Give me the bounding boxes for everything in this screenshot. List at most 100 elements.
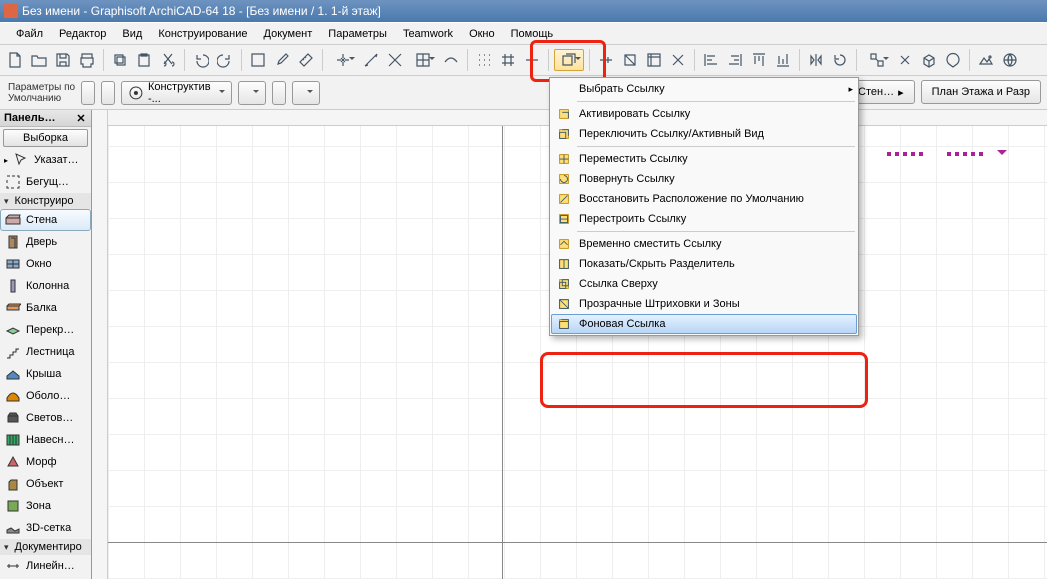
grid-lines-button[interactable] xyxy=(497,49,519,71)
snap-grid-button[interactable] xyxy=(408,49,438,71)
menu-помощь[interactable]: Помощь xyxy=(503,26,562,42)
print-button[interactable] xyxy=(76,49,98,71)
tool-beam[interactable]: Балка xyxy=(0,297,91,319)
tool-slab[interactable]: Перекр… xyxy=(0,319,91,341)
snap-intersect-button[interactable] xyxy=(384,49,406,71)
floor-select[interactable] xyxy=(292,81,320,105)
align-right-button[interactable] xyxy=(724,49,746,71)
group-button[interactable] xyxy=(862,49,892,71)
menu-item-label: Переключить Ссылку/Активный Вид xyxy=(579,128,764,140)
cursor-icon xyxy=(12,151,30,169)
align-left-button[interactable] xyxy=(700,49,722,71)
menu-item-transp[interactable]: Прозрачные Штриховки и Зоны xyxy=(551,294,857,314)
render-button[interactable] xyxy=(975,49,997,71)
open-file-button[interactable] xyxy=(28,49,50,71)
cut-icon xyxy=(160,52,176,68)
rotate-button[interactable] xyxy=(829,49,851,71)
menu-header-select-reference[interactable]: Выбрать Ссылку xyxy=(551,79,857,99)
menu-окно[interactable]: Окно xyxy=(461,26,503,42)
menu-параметры[interactable]: Параметры xyxy=(320,26,395,42)
menu-редактор[interactable]: Редактор xyxy=(51,26,114,42)
tool-window[interactable]: Окно xyxy=(0,253,91,275)
menu-item-switch[interactable]: Переключить Ссылку/Активный Вид xyxy=(551,124,857,144)
tool-label: Перекр… xyxy=(26,324,74,336)
menu-item-rotate[interactable]: Повернуть Ссылку xyxy=(551,169,857,189)
grid-lines-icon xyxy=(500,52,516,68)
cut-button[interactable] xyxy=(157,49,179,71)
new-file-button[interactable] xyxy=(4,49,26,71)
snap-surface-button[interactable] xyxy=(440,49,462,71)
arc-button[interactable] xyxy=(272,81,286,105)
undo-button[interactable] xyxy=(190,49,212,71)
tool-skylight[interactable]: Светов… xyxy=(0,407,91,429)
marquee-button[interactable] xyxy=(247,49,269,71)
grid-axis-button[interactable] xyxy=(521,49,543,71)
profile-dropdown[interactable] xyxy=(238,81,266,105)
menu-item-label: Временно сместить Ссылку xyxy=(579,238,721,250)
gl-button[interactable] xyxy=(999,49,1021,71)
color-button[interactable] xyxy=(942,49,964,71)
grid-dots-button[interactable] xyxy=(473,49,495,71)
menu-item-bg[interactable]: Фоновая Ссылка xyxy=(551,314,857,334)
trace-ref-button[interactable] xyxy=(554,49,584,71)
menu-файл[interactable]: Файл xyxy=(8,26,51,42)
menu-item-ontop[interactable]: Ссылка Сверху xyxy=(551,274,857,294)
menu-документ[interactable]: Документ xyxy=(256,26,321,42)
tool-roof[interactable]: Крыша xyxy=(0,363,91,385)
snap-point-button[interactable] xyxy=(328,49,358,71)
separator xyxy=(969,49,970,71)
snap-endpoint-button[interactable] xyxy=(360,49,382,71)
extrude-button[interactable] xyxy=(918,49,940,71)
redo-button[interactable] xyxy=(214,49,236,71)
menu-конструирование[interactable]: Конструирование xyxy=(150,26,255,42)
copy-button[interactable] xyxy=(109,49,131,71)
menu-item-displace[interactable]: Временно сместить Ссылку xyxy=(551,234,857,254)
eye-dropper-button[interactable] xyxy=(271,49,293,71)
section-line-button[interactable] xyxy=(595,49,617,71)
tool-zone[interactable]: Зона xyxy=(0,495,91,517)
stair-icon xyxy=(4,343,22,361)
tool-label: Объект xyxy=(26,478,63,490)
align-top-button[interactable] xyxy=(748,49,770,71)
align-bottom-button[interactable] xyxy=(772,49,794,71)
menu-item-rebuild[interactable]: Перестроить Ссылку xyxy=(551,209,857,229)
menu-item-splitter[interactable]: Показать/Скрыть Разделитель xyxy=(551,254,857,274)
measure-button[interactable] xyxy=(295,49,317,71)
tool-cursor[interactable]: ▸Указат… xyxy=(0,149,91,171)
tools-panel-title: Панель… xyxy=(4,112,56,124)
save-file-icon xyxy=(55,52,71,68)
tool-object[interactable]: Объект xyxy=(0,473,91,495)
tool-curtain[interactable]: Навесн… xyxy=(0,429,91,451)
section-marker-button[interactable] xyxy=(667,49,689,71)
close-icon[interactable]: ✕ xyxy=(75,112,87,124)
menu-item-move[interactable]: Переместить Ссылку xyxy=(551,149,857,169)
tool-shell[interactable]: Оболо… xyxy=(0,385,91,407)
menu-item-activate[interactable]: Активировать Ссылку xyxy=(551,104,857,124)
default-params-button[interactable] xyxy=(81,81,95,105)
menu-item-reset[interactable]: Восстановить Расположение по Умолчанию xyxy=(551,189,857,209)
menu-вид[interactable]: Вид xyxy=(114,26,150,42)
tool-morph[interactable]: Морф xyxy=(0,451,91,473)
selection-section-button[interactable]: Выборка xyxy=(3,129,88,147)
explode-button[interactable] xyxy=(894,49,916,71)
nav-plan-button[interactable]: План Этажа и Разр xyxy=(921,80,1041,104)
mirror-button[interactable] xyxy=(805,49,827,71)
section-detail-button[interactable] xyxy=(619,49,641,71)
tool-mesh[interactable]: 3D-сетка xyxy=(0,517,91,539)
tool-category[interactable]: Документиро xyxy=(0,539,91,555)
tool-column[interactable]: Колонна xyxy=(0,275,91,297)
tool-category[interactable]: Конструиро xyxy=(0,193,91,209)
tool-wall[interactable]: Стена xyxy=(0,209,91,231)
menu-separator xyxy=(577,231,855,232)
save-file-button[interactable] xyxy=(52,49,74,71)
menu-teamwork[interactable]: Teamwork xyxy=(395,26,461,42)
tool-stair[interactable]: Лестница xyxy=(0,341,91,363)
tool-marquee[interactable]: Бегущ… xyxy=(0,171,91,193)
tool-dim[interactable]: Линейн… xyxy=(0,555,91,577)
layer-button[interactable] xyxy=(101,81,115,105)
section-worksheet-button[interactable] xyxy=(643,49,665,71)
paste-button[interactable] xyxy=(133,49,155,71)
tool-door[interactable]: Дверь xyxy=(0,231,91,253)
construction-dropdown[interactable]: Конструктив -... xyxy=(121,81,231,105)
trace-reference-menu: Выбрать Ссылку Активировать Ссылку Перекл… xyxy=(549,77,859,336)
